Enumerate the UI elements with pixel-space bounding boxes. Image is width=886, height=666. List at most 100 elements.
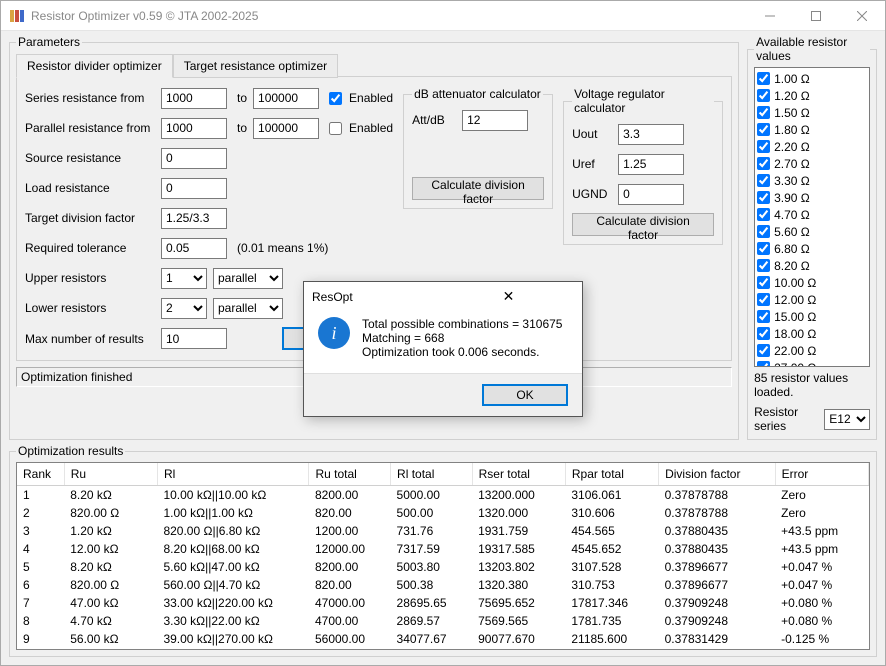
source-res-input[interactable] [161,148,227,169]
label-to-2: to [237,121,247,135]
resistor-value-item[interactable]: 1.50 Ω [757,104,867,121]
resistor-value-item[interactable]: 1.00 Ω [757,70,867,87]
label-req-tol: Required tolerance [25,241,155,255]
tab-divider-optimizer[interactable]: Resistor divider optimizer [16,54,173,78]
label-target-div: Target division factor [25,211,155,225]
resistor-value-item[interactable]: 2.70 Ω [757,155,867,172]
label-series-from: Series resistance from [25,91,155,105]
dialog-message: Total possible combinations = 310675 Mat… [362,317,562,359]
db-calc-group: dB attenuator calculator Att/dB Calculat… [403,87,553,209]
lower-mode-select[interactable]: parallel [213,298,283,319]
label-uref: Uref [572,157,612,171]
label-lower-res: Lower resistors [25,301,155,315]
minimize-button[interactable] [747,1,793,30]
table-row[interactable]: 2820.00 Ω1.00 kΩ||1.00 kΩ820.00500.00132… [17,504,869,522]
col-header[interactable]: Division factor [659,463,776,486]
dialog-close-button[interactable]: ✕ [443,288,574,305]
parallel-to-input[interactable] [253,118,319,139]
table-row[interactable]: 956.00 kΩ39.00 kΩ||270.00 kΩ56000.003407… [17,630,869,648]
resistor-value-item[interactable]: 3.90 Ω [757,189,867,206]
resistor-values-list[interactable]: 1.00 Ω1.20 Ω1.50 Ω1.80 Ω2.20 Ω2.70 Ω3.30… [754,67,870,367]
parallel-enabled-checkbox[interactable]: Enabled [325,119,393,138]
resistor-value-item[interactable]: 1.20 Ω [757,87,867,104]
table-row[interactable]: 31.20 kΩ820.00 Ω||6.80 kΩ1200.00731.7619… [17,522,869,540]
label-max-results: Max number of results [25,332,155,346]
values-loaded-label: 85 resistor values loaded. [754,371,870,399]
resistor-value-item[interactable]: 15.00 Ω [757,308,867,325]
resistor-value-item[interactable]: 5.60 Ω [757,223,867,240]
col-header[interactable]: Ru [64,463,157,486]
table-row[interactable]: 84.70 kΩ3.30 kΩ||22.00 kΩ4700.002869.577… [17,612,869,630]
uref-input[interactable] [618,154,684,175]
upper-mode-select[interactable]: parallel [213,268,283,289]
uout-input[interactable] [618,124,684,145]
lower-count-select[interactable]: 2 [161,298,207,319]
tol-hint: (0.01 means 1%) [237,241,328,255]
series-to-input[interactable] [253,88,319,109]
table-row[interactable]: 747.00 kΩ33.00 kΩ||220.00 kΩ47000.002869… [17,594,869,612]
titlebar: Resistor Optimizer v0.59 © JTA 2002-2025 [1,1,885,31]
resistor-value-item[interactable]: 1.80 Ω [757,121,867,138]
upper-count-select[interactable]: 1 [161,268,207,289]
results-legend: Optimization results [16,444,125,458]
target-div-input[interactable] [161,208,227,229]
resistor-value-item[interactable]: 27.00 Ω [757,359,867,367]
label-upper-res: Upper resistors [25,271,155,285]
available-values-group: Available resistor values 1.00 Ω1.20 Ω1.… [747,35,877,440]
db-calc-button[interactable]: Calculate division factor [412,177,544,200]
ugnd-input[interactable] [618,184,684,205]
results-group: Optimization results RankRuRlRu totalRl … [9,444,877,657]
label-resistor-series: Resistor series [754,405,818,433]
resistor-value-item[interactable]: 12.00 Ω [757,291,867,308]
table-row[interactable]: 412.00 kΩ8.20 kΩ||68.00 kΩ12000.007317.5… [17,540,869,558]
results-table-container[interactable]: RankRuRlRu totalRl totalRser totalRpar t… [16,462,870,650]
label-uout: Uout [572,127,612,141]
db-calc-legend: dB attenuator calculator [412,87,543,101]
label-ugnd: UGND [572,187,612,201]
resistor-value-item[interactable]: 2.20 Ω [757,138,867,155]
resistor-value-item[interactable]: 4.70 Ω [757,206,867,223]
parameters-legend: Parameters [16,35,82,49]
maximize-button[interactable] [793,1,839,30]
resistor-value-item[interactable]: 10.00 Ω [757,274,867,291]
tab-target-optimizer[interactable]: Target resistance optimizer [173,54,338,78]
resistor-series-select[interactable]: E12 [824,409,870,430]
window-title: Resistor Optimizer v0.59 © JTA 2002-2025 [31,9,747,23]
vreg-calc-button[interactable]: Calculate division factor [572,213,714,236]
info-icon: i [318,317,350,349]
app-window: Resistor Optimizer v0.59 © JTA 2002-2025… [0,0,886,666]
att-db-input[interactable] [462,110,528,131]
label-to-1: to [237,91,247,105]
resistor-value-item[interactable]: 3.30 Ω [757,172,867,189]
resistor-value-item[interactable]: 6.80 Ω [757,240,867,257]
col-header[interactable]: Rank [17,463,64,486]
series-from-input[interactable] [161,88,227,109]
col-header[interactable]: Ru total [309,463,391,486]
max-results-input[interactable] [161,328,227,349]
available-legend: Available resistor values [754,35,870,63]
resistor-value-item[interactable]: 8.20 Ω [757,257,867,274]
col-header[interactable]: Rser total [472,463,565,486]
col-header[interactable]: Rl total [391,463,473,486]
table-row[interactable]: 58.20 kΩ5.60 kΩ||47.00 kΩ8200.005003.801… [17,558,869,576]
resistor-value-item[interactable]: 18.00 Ω [757,325,867,342]
table-row[interactable]: 6820.00 Ω560.00 Ω||4.70 kΩ820.00500.3813… [17,576,869,594]
table-row[interactable]: 18.20 kΩ10.00 kΩ||10.00 kΩ8200.005000.00… [17,486,869,505]
label-parallel-from: Parallel resistance from [25,121,155,135]
load-res-input[interactable] [161,178,227,199]
col-header[interactable]: Rpar total [565,463,658,486]
dialog-ok-button[interactable]: OK [482,384,568,406]
resistor-value-item[interactable]: 22.00 Ω [757,342,867,359]
parallel-from-input[interactable] [161,118,227,139]
req-tol-input[interactable] [161,238,227,259]
table-row[interactable]: 105.60 kΩ3.90 kΩ||27.00 kΩ5600.003407.77… [17,648,869,650]
vreg-calc-group: Voltage regulator calculator Uout Uref U… [563,87,723,245]
col-header[interactable]: Rl [157,463,309,486]
col-header[interactable]: Error [775,463,868,486]
label-source-res: Source resistance [25,151,155,165]
dialog-title: ResOpt [312,290,443,304]
vreg-calc-legend: Voltage regulator calculator [572,87,714,115]
series-enabled-checkbox[interactable]: Enabled [325,89,393,108]
info-dialog: ResOpt ✕ i Total possible combinations =… [303,281,583,417]
close-button[interactable] [839,1,885,30]
